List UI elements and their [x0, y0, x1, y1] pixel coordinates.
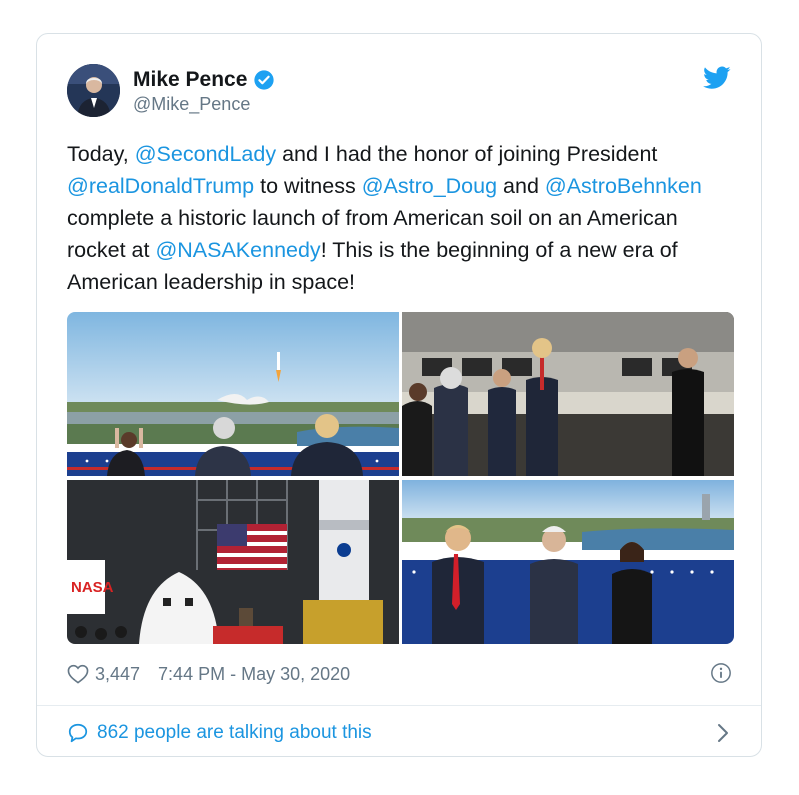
mention-link[interactable]: @Astro_Doug — [362, 174, 497, 198]
text-part: and I had the honor of joining President — [276, 142, 658, 166]
mention-link[interactable]: @realDonaldTrump — [67, 174, 254, 198]
info-icon[interactable] — [710, 662, 732, 684]
divider — [37, 705, 761, 706]
author-handle[interactable]: @Mike_Pence — [133, 94, 250, 115]
text-part: Today, — [67, 142, 135, 166]
mention-link[interactable]: @AstroBehnken — [545, 174, 702, 198]
tweet-timestamp[interactable]: 7:44 PM - May 30, 2020 — [158, 664, 350, 685]
author-name-row[interactable]: Mike Pence — [133, 68, 275, 92]
tweet-meta: 3,447 7:44 PM - May 30, 2020 — [67, 660, 734, 688]
conversation-text[interactable]: 862 people are talking about this — [97, 722, 372, 744]
photo-launch-view[interactable] — [67, 312, 399, 476]
nasa-wordmark: NASA — [71, 579, 114, 596]
conversation-link[interactable]: 862 people are talking about this — [67, 718, 734, 748]
photo-grid: NASA — [67, 312, 734, 644]
like-count[interactable]: 3,447 — [95, 664, 140, 685]
speech-bubble-icon — [68, 723, 88, 743]
tweet-text: Today, @SecondLady and I had the honor o… — [67, 138, 727, 298]
verified-badge-icon — [254, 70, 275, 90]
mention-link[interactable]: @SecondLady — [135, 142, 276, 166]
twitter-bird-icon[interactable] — [703, 66, 731, 90]
tweet-card: Mike Pence @Mike_Pence Today, @SecondLad… — [36, 33, 762, 757]
mention-link[interactable]: @NASAKennedy — [155, 238, 320, 262]
photo-group[interactable] — [402, 480, 734, 644]
photo-firing-room[interactable] — [402, 312, 734, 476]
text-part: to witness — [254, 174, 362, 198]
chevron-right-icon[interactable] — [716, 723, 730, 743]
author-name[interactable]: Mike Pence — [133, 68, 247, 92]
heart-icon[interactable] — [67, 664, 89, 684]
text-part: and — [497, 174, 545, 198]
photo-hangar[interactable]: NASA — [67, 480, 399, 644]
avatar[interactable] — [67, 64, 120, 117]
